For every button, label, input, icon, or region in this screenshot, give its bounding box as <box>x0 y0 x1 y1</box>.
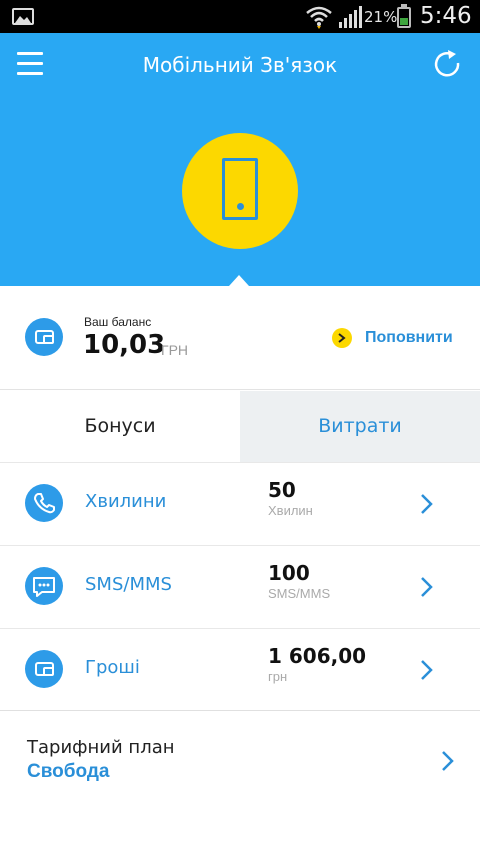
row-unit: грн <box>268 669 288 684</box>
header-pointer <box>229 275 249 286</box>
chevron-right-icon <box>332 328 352 348</box>
list-item-minutes[interactable]: Хвилини 50 Хвилин <box>0 462 480 544</box>
row-unit: Хвилин <box>268 503 313 518</box>
status-bar: 21% 5:46 <box>0 0 480 33</box>
chevron-right-icon <box>442 751 454 771</box>
row-label: Гроші <box>85 657 140 678</box>
chevron-right-icon <box>421 660 433 680</box>
hero-badge <box>182 133 298 249</box>
wallet-icon <box>25 650 63 688</box>
list-item-money[interactable]: Гроші 1 606,00 грн <box>0 628 480 710</box>
battery-icon <box>397 4 411 28</box>
plan-name: Свобода <box>27 761 110 782</box>
signal-icon <box>339 6 362 28</box>
chevron-right-icon <box>421 577 433 597</box>
tab-expenses[interactable]: Витрати <box>240 391 480 462</box>
plan-label: Тарифний план <box>27 737 175 758</box>
chat-bubble-icon <box>25 567 63 605</box>
balance-currency: ГРН <box>161 342 189 358</box>
app-header: Мобільний Зв'язок <box>0 33 480 286</box>
tab-bonuses[interactable]: Бонуси <box>0 391 240 462</box>
row-value: 100 <box>268 561 310 585</box>
row-unit: SMS/MMS <box>268 586 331 601</box>
chevron-right-icon <box>421 494 433 514</box>
clock: 5:46 <box>420 3 472 29</box>
topup-label: Поповнити <box>365 329 453 346</box>
balance-section: Ваш баланс 10,03 ГРН Поповнити <box>0 286 480 390</box>
gallery-icon <box>12 8 34 25</box>
tab-bar: Бонуси Витрати <box>0 391 480 462</box>
battery-percent: 21% <box>364 8 398 26</box>
page-title: Мобільний Зв'язок <box>142 53 338 77</box>
wallet-icon <box>25 318 63 356</box>
refresh-icon[interactable] <box>432 48 462 78</box>
tariff-plan-row[interactable]: Тарифний план Свобода <box>0 710 480 810</box>
mobile-phone-icon <box>222 158 258 220</box>
balance-value: 10,03 <box>83 330 166 360</box>
row-value: 50 <box>268 478 296 502</box>
phone-handset-icon <box>25 484 63 522</box>
row-label: Хвилини <box>85 491 167 512</box>
row-value: 1 606,00 <box>268 644 367 668</box>
wifi-icon <box>306 6 332 29</box>
balance-label: Ваш баланс <box>84 315 152 329</box>
list-item-sms[interactable]: SMS/MMS 100 SMS/MMS <box>0 545 480 627</box>
row-label: SMS/MMS <box>85 574 172 595</box>
